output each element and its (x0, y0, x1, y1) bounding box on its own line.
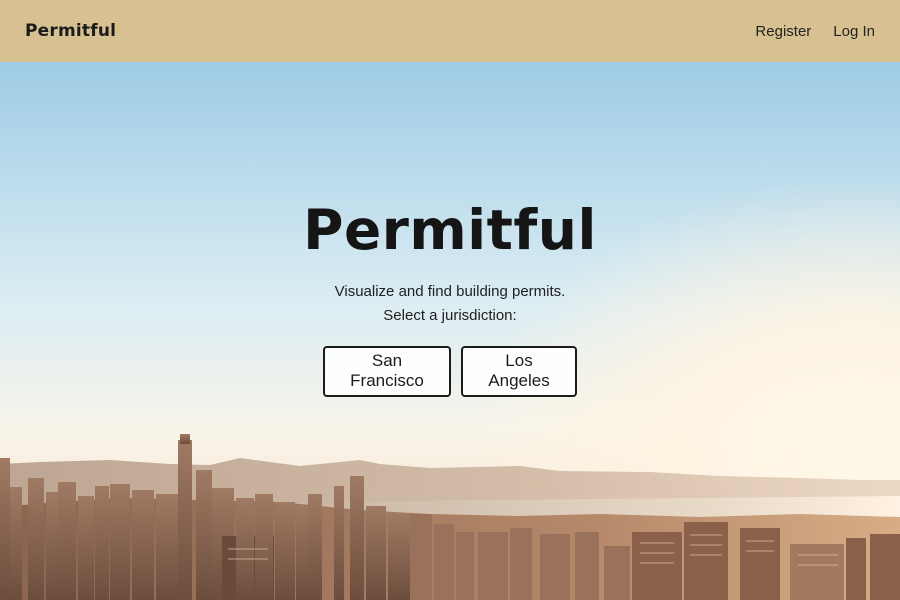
hero-title: Permitful (303, 198, 597, 262)
san-francisco-button[interactable]: San Francisco (323, 345, 451, 397)
page: Permitful Register Log In Permitful Visu… (0, 0, 900, 600)
nav-links: Register Log In (755, 23, 875, 40)
brand-logo-text[interactable]: Permitful (25, 21, 116, 41)
los-angeles-button[interactable]: Los Angeles (461, 345, 577, 397)
tagline-text: Visualize and find building permits. (334, 282, 566, 300)
top-navbar: Permitful Register Log In (0, 0, 900, 62)
jurisdiction-buttons: San Francisco Los Angeles (0, 345, 900, 397)
hero-subtitle: Visualize and find building permits. Sel… (0, 280, 900, 328)
hero-content: Permitful Visualize and find building pe… (0, 198, 900, 397)
hero-section: Permitful Visualize and find building pe… (0, 62, 900, 600)
jurisdiction-prompt: Select a jurisdiction: (383, 306, 517, 324)
register-link[interactable]: Register (755, 23, 811, 40)
login-link[interactable]: Log In (833, 23, 875, 40)
